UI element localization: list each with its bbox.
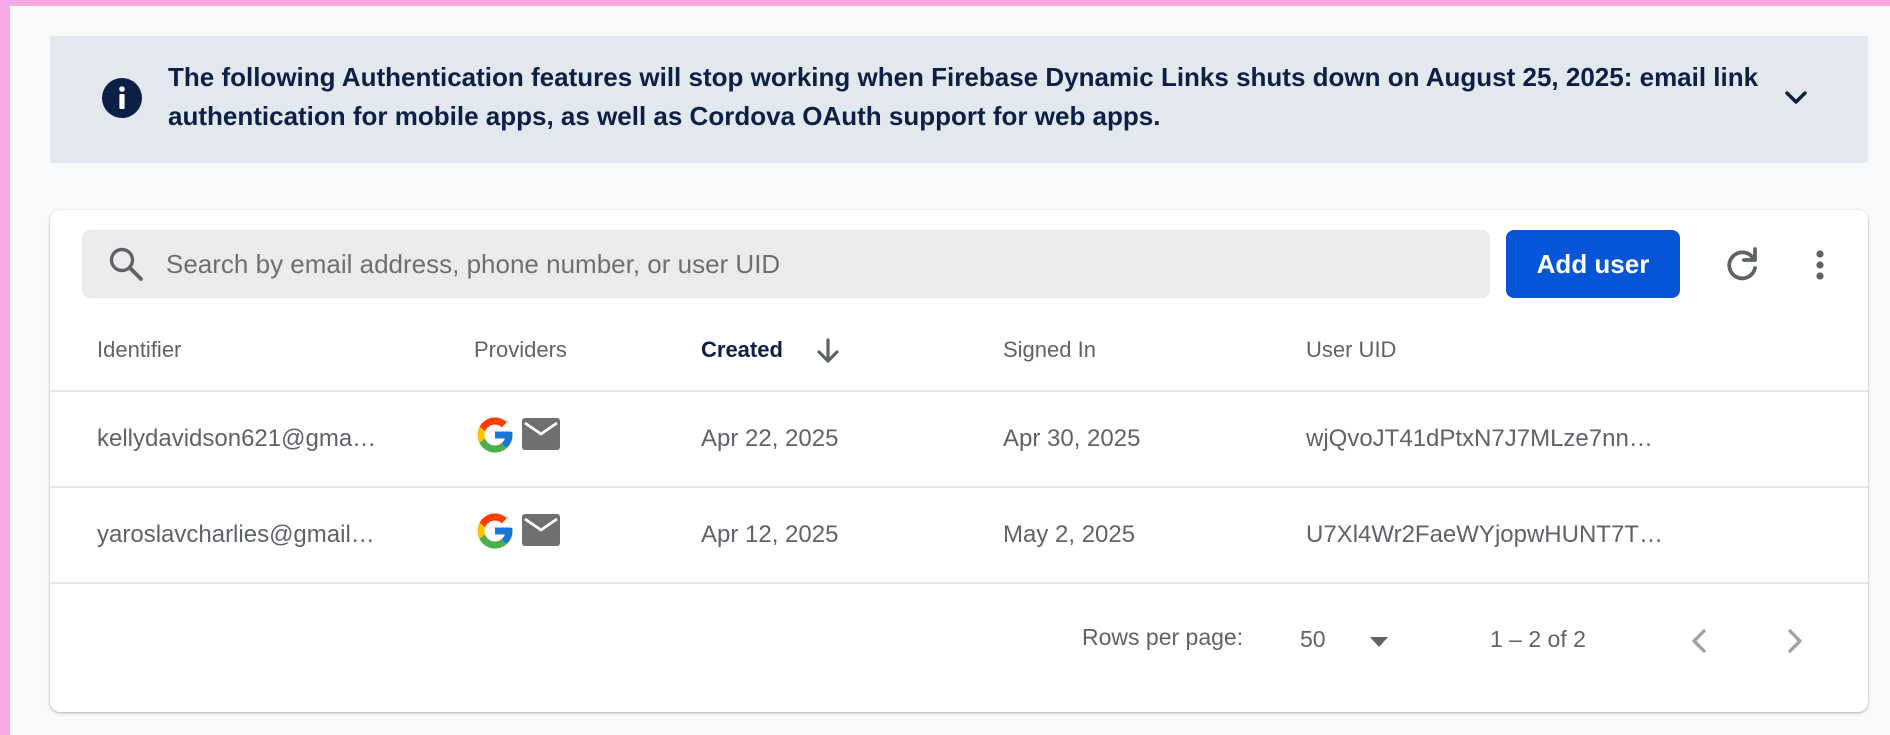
more-options-button[interactable]: [1790, 240, 1838, 288]
rows-per-page-select[interactable]: 50: [1300, 620, 1410, 660]
arrow-down-icon: [817, 338, 839, 363]
providers-cell: [474, 414, 574, 458]
table-row[interactable]: kellydavidson621@gma… Apr 22, 2025 Apr 3…: [50, 392, 1868, 488]
refresh-icon: [1727, 247, 1757, 281]
table-header: Identifier Providers Created Signed In U…: [50, 310, 1868, 392]
column-header-user-uid: User UID: [1306, 337, 1397, 362]
google-icon: [477, 513, 513, 549]
cell-signed-in: Apr 30, 2025: [1003, 425, 1141, 452]
column-header-created[interactable]: Created: [701, 310, 861, 390]
refresh-button[interactable]: [1712, 240, 1760, 288]
column-header-created-label: Created: [701, 337, 783, 362]
cell-user-uid: U7Xl4Wr2FaeWYjopwHUNT7T…: [1306, 521, 1663, 548]
column-header-signed-in: Signed In: [1003, 337, 1096, 362]
cell-created: Apr 22, 2025: [701, 425, 839, 452]
google-icon: [477, 417, 513, 453]
cell-created: Apr 12, 2025: [701, 521, 839, 548]
previous-page-button[interactable]: [1670, 616, 1718, 664]
next-page-button[interactable]: [1764, 616, 1812, 664]
table-row[interactable]: yaroslavcharlies@gmail… Apr 12, 2025 May…: [50, 488, 1868, 584]
mail-icon: [522, 418, 560, 450]
users-toolbar: Add user: [50, 210, 1868, 310]
cell-signed-in: May 2, 2025: [1003, 521, 1136, 548]
add-user-button[interactable]: Add user: [1506, 230, 1680, 298]
rows-per-page-value: 50: [1300, 626, 1326, 652]
cell-identifier: kellydavidson621@gma…: [97, 425, 377, 452]
cell-identifier: yaroslavcharlies@gmail…: [97, 521, 375, 548]
chevron-right-icon: [1788, 629, 1802, 653]
providers-cell: [474, 510, 574, 554]
more-vert-icon: [1816, 250, 1824, 280]
users-card: Add user Identifier Providers Created: [50, 210, 1868, 712]
search-input[interactable]: [166, 230, 1466, 298]
banner-message: The following Authentication features wi…: [168, 62, 1759, 131]
pagination-range: 1 – 2 of 2: [1490, 626, 1586, 652]
column-header-providers: Providers: [474, 337, 567, 362]
column-header-identifier: Identifier: [97, 337, 182, 362]
search-icon: [109, 247, 143, 281]
search-box[interactable]: [82, 230, 1490, 298]
deprecation-banner: The following Authentication features wi…: [50, 36, 1868, 163]
mail-icon: [522, 514, 560, 546]
chevron-down-icon[interactable]: [1778, 80, 1814, 116]
pagination-bar: Rows per page: 50 1 – 2 of 2: [50, 600, 1868, 680]
chevron-left-icon: [1692, 629, 1706, 653]
cell-user-uid: wjQvoJT41dPtxN7J7MLze7nn…: [1306, 425, 1653, 452]
info-icon: [102, 78, 142, 118]
rows-per-page-label: Rows per page:: [1082, 624, 1244, 650]
arrow-drop-down-icon: [1370, 637, 1388, 647]
